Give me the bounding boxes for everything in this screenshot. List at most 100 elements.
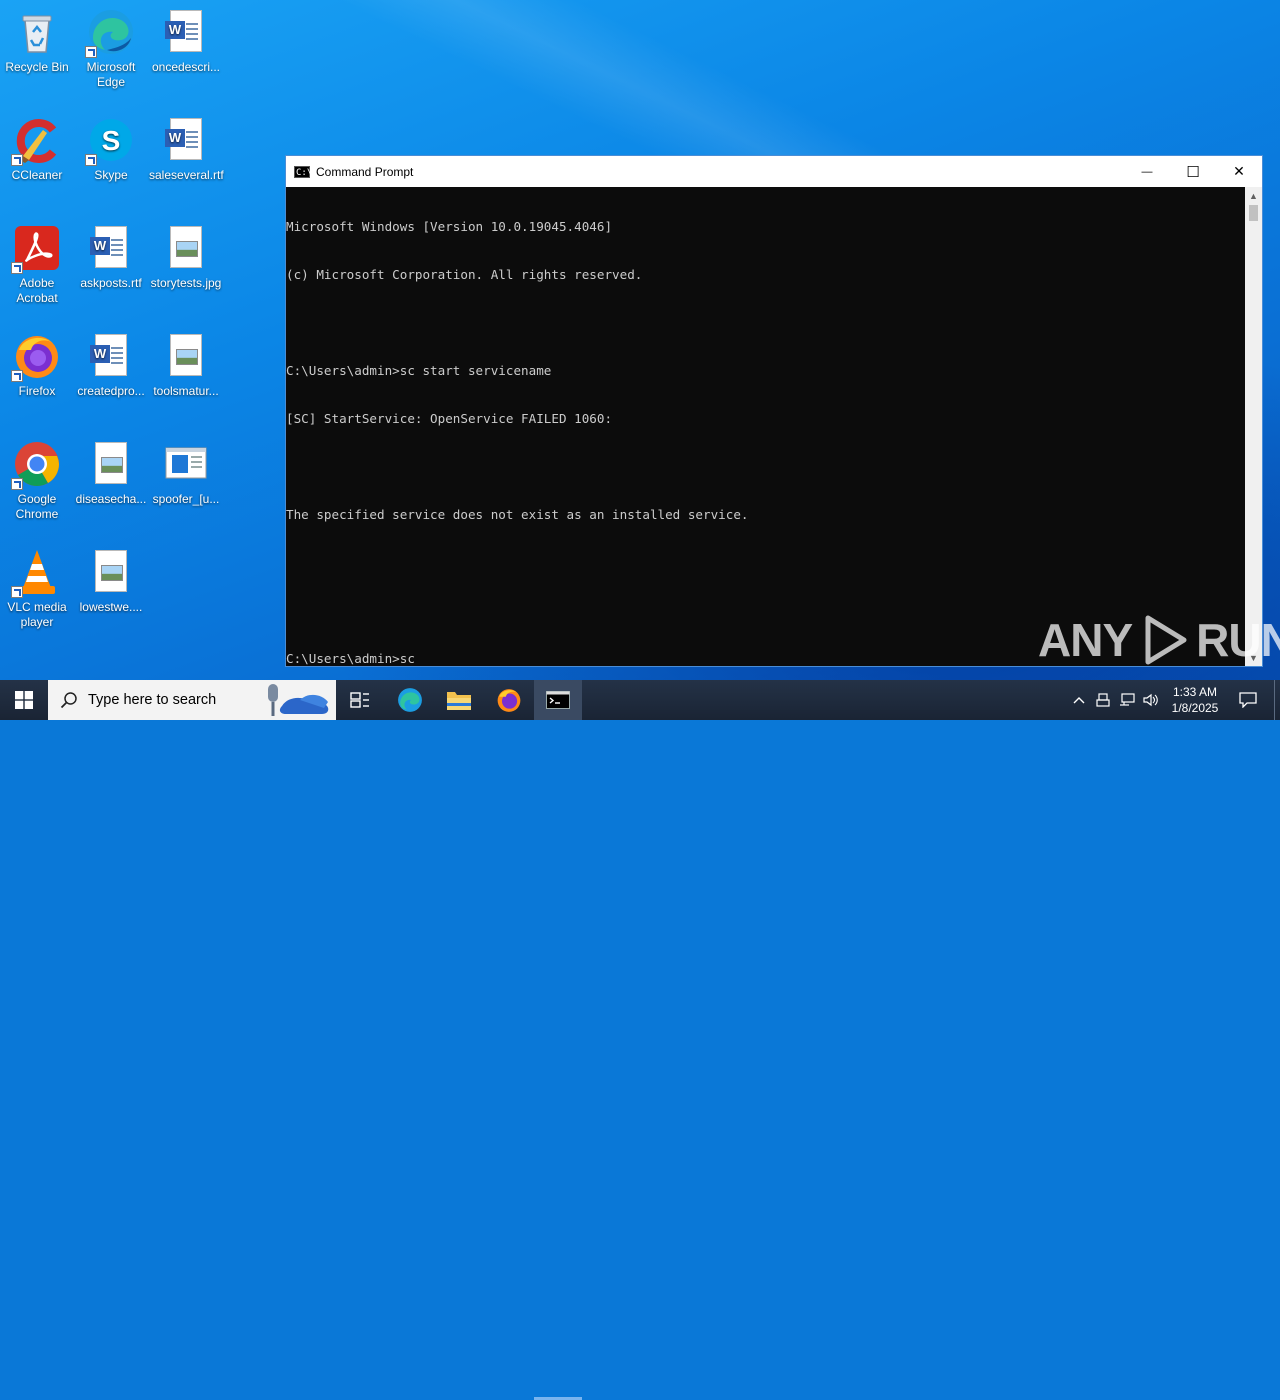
window-title: Command Prompt [316,164,414,179]
recycle-bin-icon [13,8,61,56]
command-prompt-window[interactable]: C:\_ Command Prompt — ☐ ✕ Microsoft Wind… [285,155,1263,667]
taskbar-search-box[interactable]: Type here to search [48,680,336,720]
desktop-icon-firefox[interactable]: Firefox [0,332,74,399]
volume-button[interactable] [1140,680,1162,720]
task-view-button[interactable] [336,680,384,720]
clock-date: 1/8/2025 [1171,701,1219,715]
network-icon [1120,693,1135,706]
acrobat-icon [11,224,61,274]
desktop-icon-label: Google Chrome [15,492,59,521]
play-logo-icon [1145,615,1187,665]
desktop-icon-label: toolsmatur... [153,384,219,398]
taskbar-firefox-button[interactable] [485,680,533,720]
watermark-text-left: ANY [1038,614,1133,666]
desktop-icon-oncedescri[interactable]: W oncedescri... [149,8,223,75]
shortcut-arrow-icon [11,586,23,598]
edge-icon [85,8,135,58]
search-icon [60,692,77,709]
shortcut-arrow-icon [11,154,23,166]
minimize-icon: — [1141,165,1153,178]
scroll-up-arrow-icon[interactable]: ▲ [1245,187,1262,204]
word-doc-icon: W [87,332,135,380]
minimize-button[interactable]: — [1124,156,1170,187]
shortcut-arrow-icon [85,154,97,166]
image-file-icon [162,332,210,380]
cmd-app-icon: C:\_ [294,165,318,178]
desktop-icon-label: saleseveral.rtf [149,168,224,182]
show-desktop-button[interactable] [1274,680,1280,720]
window-titlebar[interactable]: C:\_ Command Prompt — ☐ ✕ [286,156,1262,187]
network-button[interactable] [1116,680,1138,720]
desktop-icon-saleseveral[interactable]: W saleseveral.rtf [149,116,224,183]
desktop-icon-spoofer[interactable]: spoofer_[u... [149,440,223,507]
task-view-icon [350,692,369,708]
speaker-icon [1143,693,1158,707]
taskbar-file-explorer-button[interactable] [435,680,483,720]
vlc-icon [11,548,61,598]
desktop-icon-google-chrome[interactable]: Google Chrome [0,440,74,522]
close-button[interactable]: ✕ [1216,156,1262,187]
taskbar-edge-button[interactable] [386,680,434,720]
console-line: The specified service does not exist as … [286,507,749,522]
shortcut-arrow-icon [11,370,23,382]
word-doc-icon: W [162,8,210,56]
desktop-icon-adobe-acrobat[interactable]: Adobe Acrobat [0,224,74,306]
chrome-icon [11,440,61,490]
folder-icon [447,692,471,710]
console-line: (c) Microsoft Corporation. All rights re… [286,267,643,282]
anyrun-watermark: ANY RUN [1038,612,1280,668]
console-line: Microsoft Windows [Version 10.0.19045.40… [286,219,613,234]
desktop-icon-label: diseasecha... [75,492,147,506]
desktop-icon-storytests[interactable]: storytests.jpg [149,224,223,291]
action-center-button[interactable] [1230,680,1266,720]
desktop-icon-createdpro[interactable]: W createdpro... [74,332,148,399]
desktop-icon-label: Firefox [18,384,56,398]
desktop-icon-lowestwe[interactable]: lowestwe.... [74,548,148,615]
desktop-icon-label: oncedescri... [151,60,221,74]
cmd-icon [546,691,570,709]
desktop-icon-label: VLC media player [7,600,67,629]
desktop-icon-vlc[interactable]: VLC media player [0,548,74,630]
desktop-icon-label: Skype [94,168,128,182]
app-window-icon [162,440,210,488]
desktop-icon-diseasecha[interactable]: diseasecha... [74,440,148,507]
word-doc-icon: W [87,224,135,272]
taskbar-clock[interactable]: 1:33 AM 1/8/2025 [1160,684,1230,716]
svg-text:S: S [102,125,121,156]
edge-icon [398,688,422,712]
maximize-button[interactable]: ☐ [1170,156,1216,187]
notification-icon [1239,692,1257,708]
tray-app-button[interactable] [1092,680,1114,720]
firefox-icon [497,689,521,712]
console-line: C:\Users\admin>sc start servicename [286,363,552,378]
desktop-icon-label: CCleaner [11,168,63,182]
desktop-icon-toolsmatur[interactable]: toolsmatur... [149,332,223,399]
image-file-icon [162,224,210,272]
watermark-text-right: RUN [1196,614,1280,666]
desktop-icon-label: Adobe Acrobat [16,276,58,305]
start-button[interactable] [0,680,48,720]
maximize-icon: ☐ [1186,163,1200,181]
desktop-icon-skype[interactable]: S Skype [74,116,148,183]
taskbar-cmd-button[interactable] [534,680,582,720]
desktop-icon-askposts[interactable]: W askposts.rtf [74,224,148,291]
chevron-up-icon [1073,697,1085,704]
desktop-icon-label: createdpro... [77,384,145,398]
skype-icon: S [85,116,135,166]
desktop: Recycle Bin CCleaner Adobe Acrobat Firef… [0,0,1280,680]
vertical-scrollbar[interactable]: ▲ ▼ [1245,187,1262,666]
scrollbar-thumb[interactable] [1249,205,1258,221]
word-doc-icon: W [162,116,210,164]
console-output[interactable]: Microsoft Windows [Version 10.0.19045.40… [286,187,1246,666]
desktop-icon-microsoft-edge[interactable]: Microsoft Edge [74,8,148,90]
shortcut-arrow-icon [85,46,97,58]
desktop-icon-recycle-bin[interactable]: Recycle Bin [0,8,74,75]
clock-time: 1:33 AM [1172,685,1218,699]
desktop-icon-label: Recycle Bin [5,60,69,74]
show-hidden-icons-button[interactable] [1068,680,1090,720]
desktop-icon-ccleaner[interactable]: CCleaner [0,116,74,183]
console-line: [SC] StartService: OpenService FAILED 10… [286,411,613,426]
desktop-icon-label: Microsoft Edge [86,60,136,89]
